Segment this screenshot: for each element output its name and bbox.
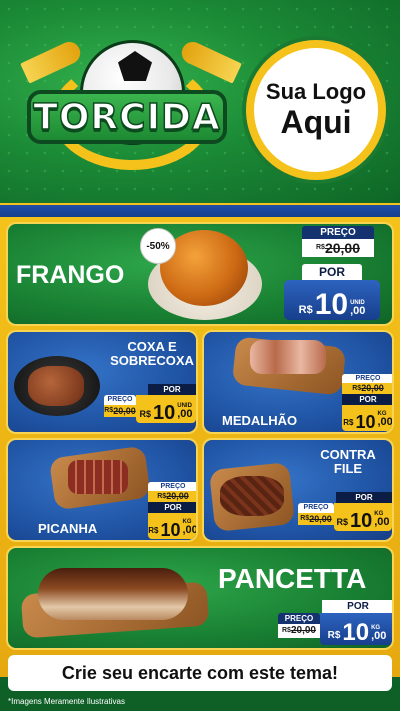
new-price: R$ 10 KG ,00 [148,513,196,539]
price-label: PREÇO [342,374,392,383]
new-price: R$ 10 KG ,00 [334,503,392,531]
discount-badge: -50% [140,228,176,264]
old-price-tag: PREÇO R$20,00 [302,226,374,257]
por-label: POR [336,492,392,503]
steak-image [220,476,284,516]
product-name: COXA E SOBRECOXA [110,339,194,369]
price-label: PREÇO [298,503,334,513]
price-block: PREÇO R$20,00 POR R$ 10 KG ,00 [342,374,392,431]
price-label: PREÇO [148,482,196,491]
logo-text: TORCIDA [33,96,221,139]
product-name: CONTRA FILE [320,447,376,477]
price-block: PREÇO R$20,00 POR R$ 10 KG ,00 [148,482,196,539]
product-card-coxa-sobrecoxa[interactable]: COXA E SOBRECOXA POR PREÇO R$20,00 R$ 10 U… [6,330,198,434]
header-banner: TORCIDA Sua Logo Aqui [0,0,400,205]
product-name: MEDALHÃO [222,413,298,428]
product-card-medalhao[interactable]: MEDALHÃO PREÇO R$20,00 POR R$ 10 KG ,00 [202,330,394,434]
skewer-image [250,340,326,374]
torcida-logo: TORCIDA [20,30,242,180]
price-label: PREÇO [104,395,136,405]
new-price: R$ 10 UNID ,00 [136,395,196,423]
por-label: POR [342,394,392,405]
chicken-leg-image [28,366,84,406]
product-card-picanha[interactable]: PICANHA PREÇO R$20,00 POR R$ 10 KG ,00 [6,438,198,542]
price-block: POR PREÇO R$20,00 R$ 10 KG ,00 [278,600,392,645]
new-price-tag: POR R$ 10 UNID ,00 [284,264,380,320]
price-label: PREÇO [302,226,374,239]
price-block: POR PREÇO R$20,00 R$ 10 UNID ,00 [104,384,196,423]
disclaimer-text: *Imagens Meramente Ilustrativas [8,697,125,706]
por-label: POR [322,600,392,613]
new-price: R$ 10 KG ,00 [320,613,392,645]
old-price: R$20,00 [278,624,320,638]
product-card-contra-file[interactable]: CONTRA FILE POR PREÇO R$20,00 R$ 10 KG ,00 [202,438,394,542]
brand-line2: Aqui [280,103,352,140]
old-price: R$20,00 [104,405,136,417]
product-name: FRANGO [16,261,125,289]
new-price: R$ 10 KG ,00 [342,405,392,431]
por-label: POR [302,264,362,280]
flyer-page: TORCIDA Sua Logo Aqui FRANGO -50% PREÇO … [0,0,400,711]
old-price: R$20,00 [298,513,334,525]
price-block: POR PREÇO R$20,00 R$ 10 KG ,00 [298,492,392,531]
old-price: R$20,00 [148,491,196,502]
por-label: POR [148,502,196,513]
brand-line1: Sua Logo [265,79,367,105]
price-label: PREÇO [278,613,320,624]
logo-wordmark: TORCIDA [27,90,227,144]
picanha-image [68,460,128,494]
old-price: R$20,00 [302,239,374,257]
pancetta-image [38,568,188,620]
new-price: R$ 10 UNID ,00 [284,280,380,320]
header-divider [0,203,400,217]
old-price: R$20,00 [342,383,392,394]
product-card-frango[interactable]: FRANGO -50% PREÇO R$20,00 POR R$ 10 UNID,… [6,222,394,326]
por-label: POR [148,384,196,395]
product-name: PICANHA [38,521,98,536]
cta-banner[interactable]: Crie seu encarte com este tema! [8,655,392,691]
brand-placeholder: Sua Logo Aqui [246,40,386,180]
product-card-pancetta[interactable]: PANCETTA POR PREÇO R$20,00 R$ 10 KG ,00 [6,546,394,650]
product-name: PANCETTA [218,563,367,594]
